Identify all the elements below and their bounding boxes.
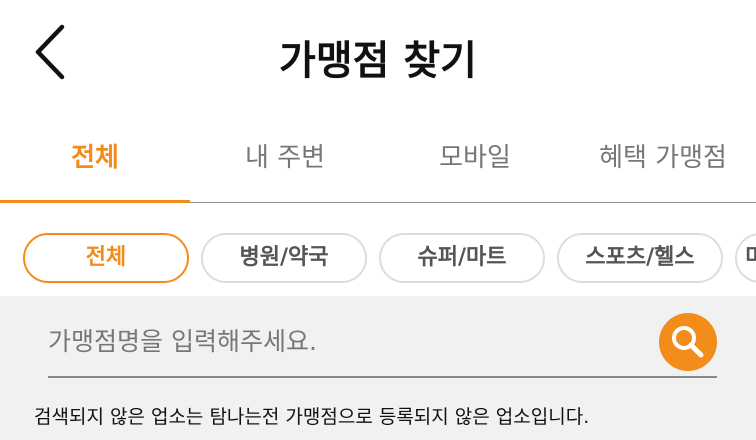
search-notice: 검색되지 않은 업소는 탐나는전 가맹점으로 등록되지 않은 업소입니다.	[34, 406, 590, 428]
tab-benefit-merchants[interactable]: 혜택 가맹점	[570, 128, 756, 202]
search-input[interactable]	[48, 316, 648, 366]
app-header: 가맹점 찾기	[0, 0, 756, 112]
category-chips: 전체 병원/약국 슈퍼/마트 스포츠/헬스 미	[0, 233, 756, 289]
tab-mobile[interactable]: 모바일	[380, 128, 570, 202]
chip-all[interactable]: 전체	[23, 233, 189, 283]
search-underline	[48, 376, 717, 378]
active-tab-indicator	[0, 200, 190, 203]
page-title: 가맹점 찾기	[279, 38, 477, 84]
chip-more[interactable]: 미	[735, 233, 756, 283]
chip-hospital-pharmacy[interactable]: 병원/약국	[201, 233, 367, 283]
search-button[interactable]	[659, 313, 717, 371]
tab-nearby[interactable]: 내 주변	[190, 128, 380, 202]
tab-all[interactable]: 전체	[0, 128, 190, 202]
chip-supermarket[interactable]: 슈퍼/마트	[379, 233, 545, 283]
tab-bar: 전체 내 주변 모바일 혜택 가맹점	[0, 128, 756, 203]
search-icon	[672, 326, 704, 358]
chip-sports-health[interactable]: 스포츠/헬스	[557, 233, 723, 283]
